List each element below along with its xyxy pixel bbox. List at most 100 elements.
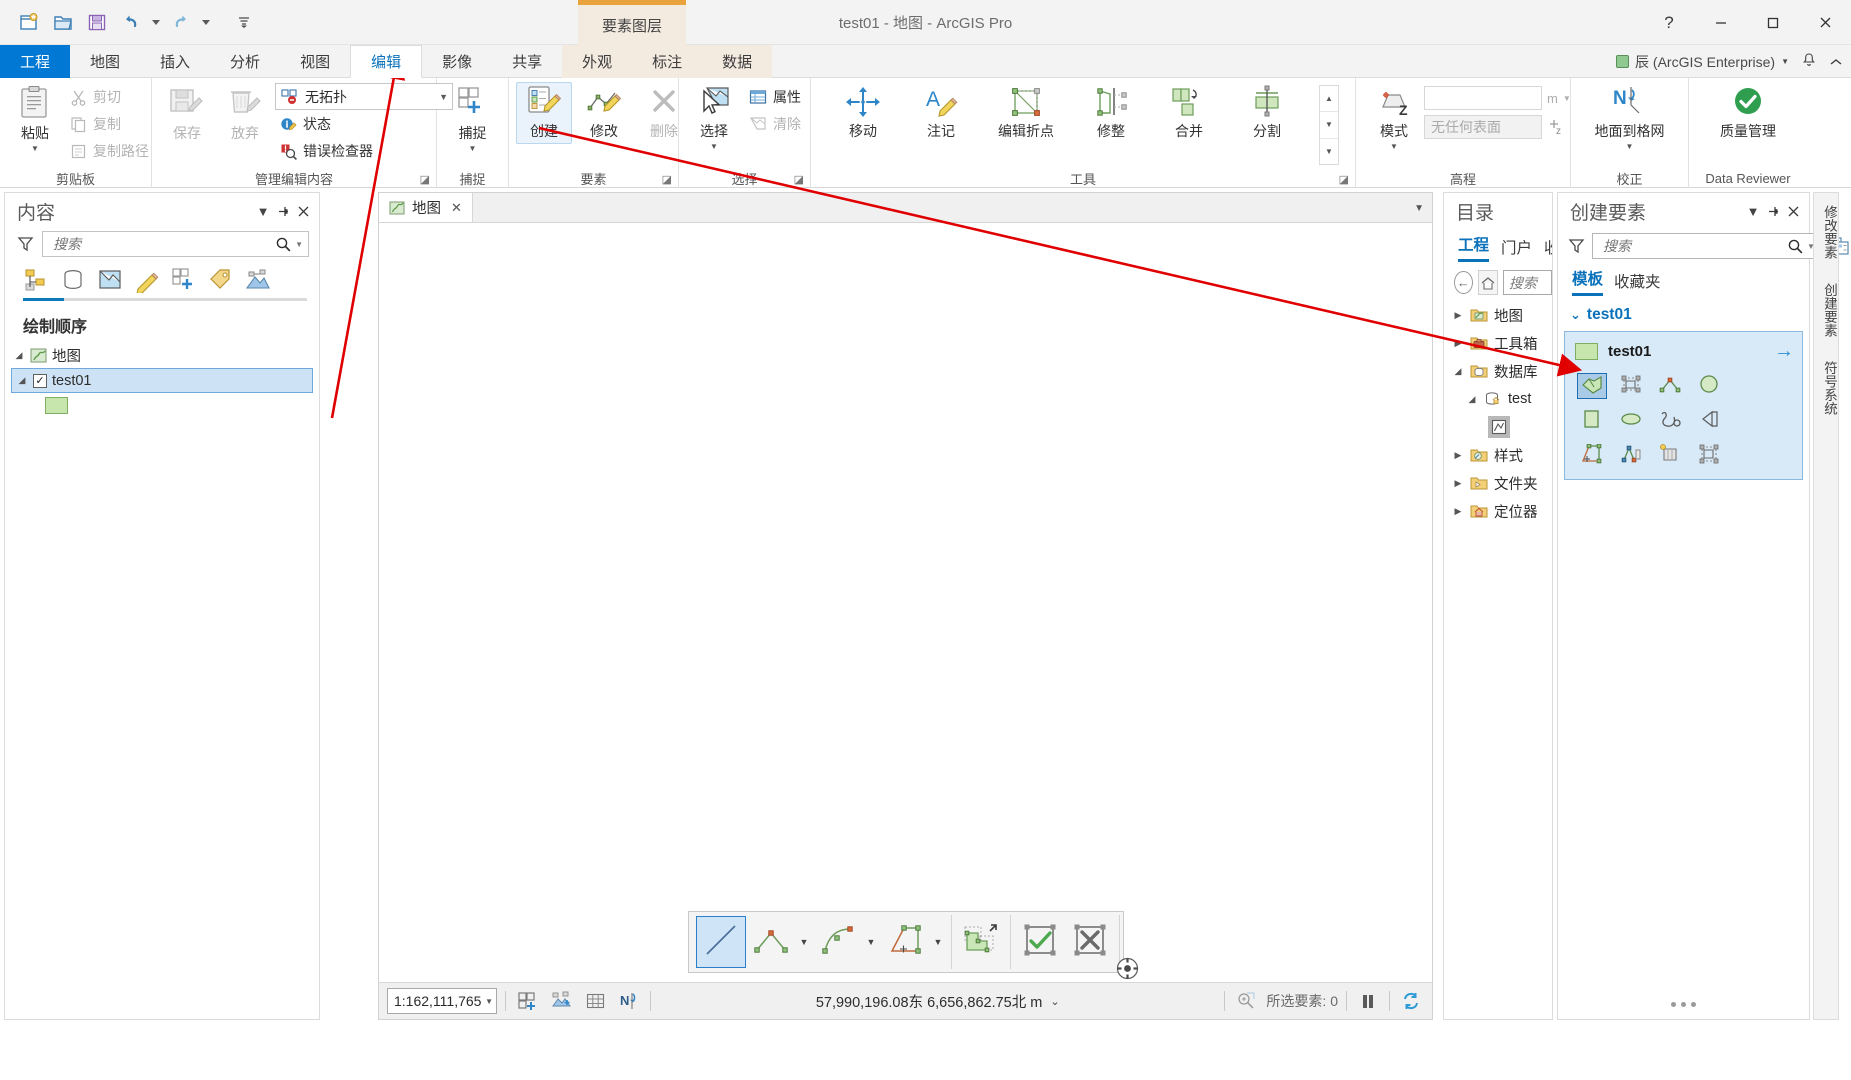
building-tool-button[interactable] <box>1655 443 1685 469</box>
restore-button[interactable] <box>1747 0 1799 45</box>
expander-icon[interactable]: ▶ <box>1452 450 1464 461</box>
more-dots-icon[interactable] <box>1671 1001 1676 1007</box>
ribbon-tab-data[interactable]: 数据 <box>702 45 773 78</box>
feature-template-card[interactable]: test01 → <box>1564 331 1803 480</box>
chevron-down-icon[interactable]: ⌄ <box>1050 995 1059 1008</box>
ribbon-tab-share[interactable]: 共享 <box>492 45 562 78</box>
contents-tree-row-map[interactable]: ◢ 地图 <box>5 343 319 368</box>
freehand-tool-button[interactable] <box>1655 408 1685 434</box>
polygon-tool-button[interactable] <box>1577 373 1607 399</box>
attributes-button[interactable]: 属性 <box>744 84 809 110</box>
save-edits-button[interactable]: 保存 <box>159 82 215 146</box>
collapse-ribbon-icon[interactable] <box>1829 54 1843 70</box>
search-icon[interactable] <box>275 236 292 253</box>
reshape-button[interactable]: 修整 <box>1083 82 1139 144</box>
rectangle-tool-button[interactable] <box>1577 408 1607 434</box>
discard-edits-button[interactable]: 放弃 <box>217 82 273 146</box>
undo-dropdown-caret-icon[interactable] <box>150 7 162 37</box>
circle-tool-button[interactable] <box>1694 373 1724 399</box>
redo-dropdown-caret-icon[interactable] <box>200 7 212 37</box>
trace-tool-caret-icon[interactable]: ▼ <box>930 916 947 968</box>
expander-icon[interactable]: ◢ <box>13 350 25 361</box>
map-canvas[interactable]: ▼ ▼ ▼ 1:162,111,765 ▼ N 57,990,196.08东 6… <box>379 223 1432 1019</box>
chevron-down-icon[interactable]: ▼ <box>1626 143 1634 151</box>
ribbon-tab-analysis[interactable]: 分析 <box>210 45 280 78</box>
construct-points-tool-button[interactable] <box>1616 443 1646 469</box>
vertical-tab-modify-features[interactable]: 修改要素 <box>1814 193 1844 271</box>
expander-icon[interactable]: ◢ <box>16 375 28 386</box>
home-icon[interactable] <box>1477 270 1498 295</box>
expander-icon[interactable]: ▶ <box>1452 506 1464 517</box>
contents-search-box[interactable]: ▼ <box>42 231 309 257</box>
user-account-chip[interactable]: 辰 (ArcGIS Enterprise) ▼ <box>1616 52 1789 72</box>
map-scale-combobox[interactable]: 1:162,111,765 ▼ <box>387 988 497 1014</box>
pin-icon[interactable] <box>273 200 293 222</box>
finish-sketch-button[interactable] <box>1015 916 1065 968</box>
polyline-tool-caret-icon[interactable]: ▼ <box>796 916 813 968</box>
list-by-drawing-order-icon[interactable] <box>23 267 49 293</box>
ground-to-grid-button[interactable]: N 地面到格网 ▼ <box>1588 82 1672 153</box>
annotation-button[interactable]: A 注记 <box>913 82 969 144</box>
close-icon[interactable] <box>293 200 313 222</box>
list-by-data-source-icon[interactable] <box>60 267 86 293</box>
catalog-row-maps[interactable]: ▶ 地图 <box>1444 301 1552 329</box>
chevron-down-icon[interactable]: ▼ <box>485 997 493 1006</box>
save-project-icon[interactable] <box>82 7 112 37</box>
map-tab[interactable]: 地图 ✕ <box>379 193 473 222</box>
close-button[interactable] <box>1799 0 1851 45</box>
ribbon-tab-edit[interactable]: 编辑 <box>350 45 423 78</box>
quality-management-button[interactable]: 质量管理 <box>1713 82 1783 144</box>
catalog-search-input[interactable]: 搜索 <box>1502 270 1552 295</box>
minimize-button[interactable] <box>1695 0 1747 45</box>
polygon-from-line-tool-button[interactable] <box>1577 443 1607 469</box>
close-icon[interactable] <box>1783 200 1803 222</box>
select-by-attributes-icon[interactable] <box>548 988 574 1014</box>
funnel-icon[interactable] <box>17 236 34 253</box>
catalog-tab-project[interactable]: 工程 <box>1458 233 1490 262</box>
elevation-mode-button[interactable]: Z 模式 ▼ <box>1366 82 1422 153</box>
chevron-down-icon[interactable]: ▼ <box>1563 94 1571 103</box>
catalog-row-locators[interactable]: ▶ 定位器 <box>1444 497 1552 525</box>
more-dots-icon[interactable] <box>1691 1001 1696 1007</box>
split-button[interactable]: 分割 <box>1239 82 1295 144</box>
autocomplete-rectangle-tool-button[interactable] <box>1694 443 1724 469</box>
list-by-snapping-icon[interactable] <box>171 267 197 293</box>
chevron-down-icon[interactable]: ▼ <box>292 240 303 249</box>
refresh-icon[interactable] <box>1398 988 1424 1014</box>
copy-button[interactable]: 复制 <box>65 111 157 137</box>
back-arrow-icon[interactable]: ← <box>1454 271 1473 294</box>
vertical-tab-create-features[interactable]: 创建要素 <box>1814 271 1844 349</box>
list-by-selection-icon[interactable] <box>97 267 123 293</box>
zoom-to-selection-icon[interactable] <box>1233 988 1259 1014</box>
catalog-row-styles[interactable]: ▶ 样式 <box>1444 441 1552 469</box>
dialog-launcher-icon[interactable]: ◪ <box>1339 173 1349 186</box>
grid-icon[interactable] <box>582 988 608 1014</box>
ellipse-tool-button[interactable] <box>1616 408 1646 434</box>
arrow-right-icon[interactable]: → <box>1774 340 1794 363</box>
cancel-sketch-button[interactable] <box>1065 916 1115 968</box>
vertical-tab-symbology[interactable]: 符号系统 <box>1814 349 1844 427</box>
gallery-scroll-up-icon[interactable]: ▲ <box>1320 86 1338 113</box>
expander-icon[interactable]: ▶ <box>1452 478 1464 489</box>
modify-features-button[interactable]: 修改 <box>576 82 632 144</box>
error-inspector-button[interactable]: 错误检查器 <box>275 138 453 164</box>
pin-icon[interactable] <box>1763 200 1783 222</box>
status-button[interactable]: 状态 <box>275 111 453 137</box>
trace-tool-button[interactable] <box>880 916 930 968</box>
surface-field[interactable]: 无任何表面 <box>1424 115 1542 139</box>
trace-polygon-tool-button[interactable] <box>1694 408 1724 434</box>
redo-icon[interactable] <box>166 7 196 37</box>
snapping-button[interactable]: 捕捉 ▼ <box>445 82 501 155</box>
catalog-row-feature-class[interactable] <box>1444 413 1552 441</box>
autocomplete-polygon-tool-button[interactable] <box>1616 373 1646 399</box>
gallery-scroll-down-icon[interactable]: ▼ <box>1320 112 1338 139</box>
edit-vertices-button[interactable]: 编辑折点 <box>991 82 1061 144</box>
search-icon[interactable] <box>1787 238 1804 255</box>
expander-icon[interactable]: ◢ <box>1466 394 1478 405</box>
ribbon-tab-labeling[interactable]: 标注 <box>632 45 703 78</box>
dialog-launcher-icon[interactable]: ◪ <box>662 173 672 186</box>
catalog-row-toolboxes[interactable]: ▶ 工具箱 <box>1444 329 1552 357</box>
select-button[interactable]: 选择 ▼ <box>686 82 742 153</box>
search-input[interactable] <box>51 235 276 253</box>
template-group-header[interactable]: ⌄ test01 <box>1558 296 1809 331</box>
